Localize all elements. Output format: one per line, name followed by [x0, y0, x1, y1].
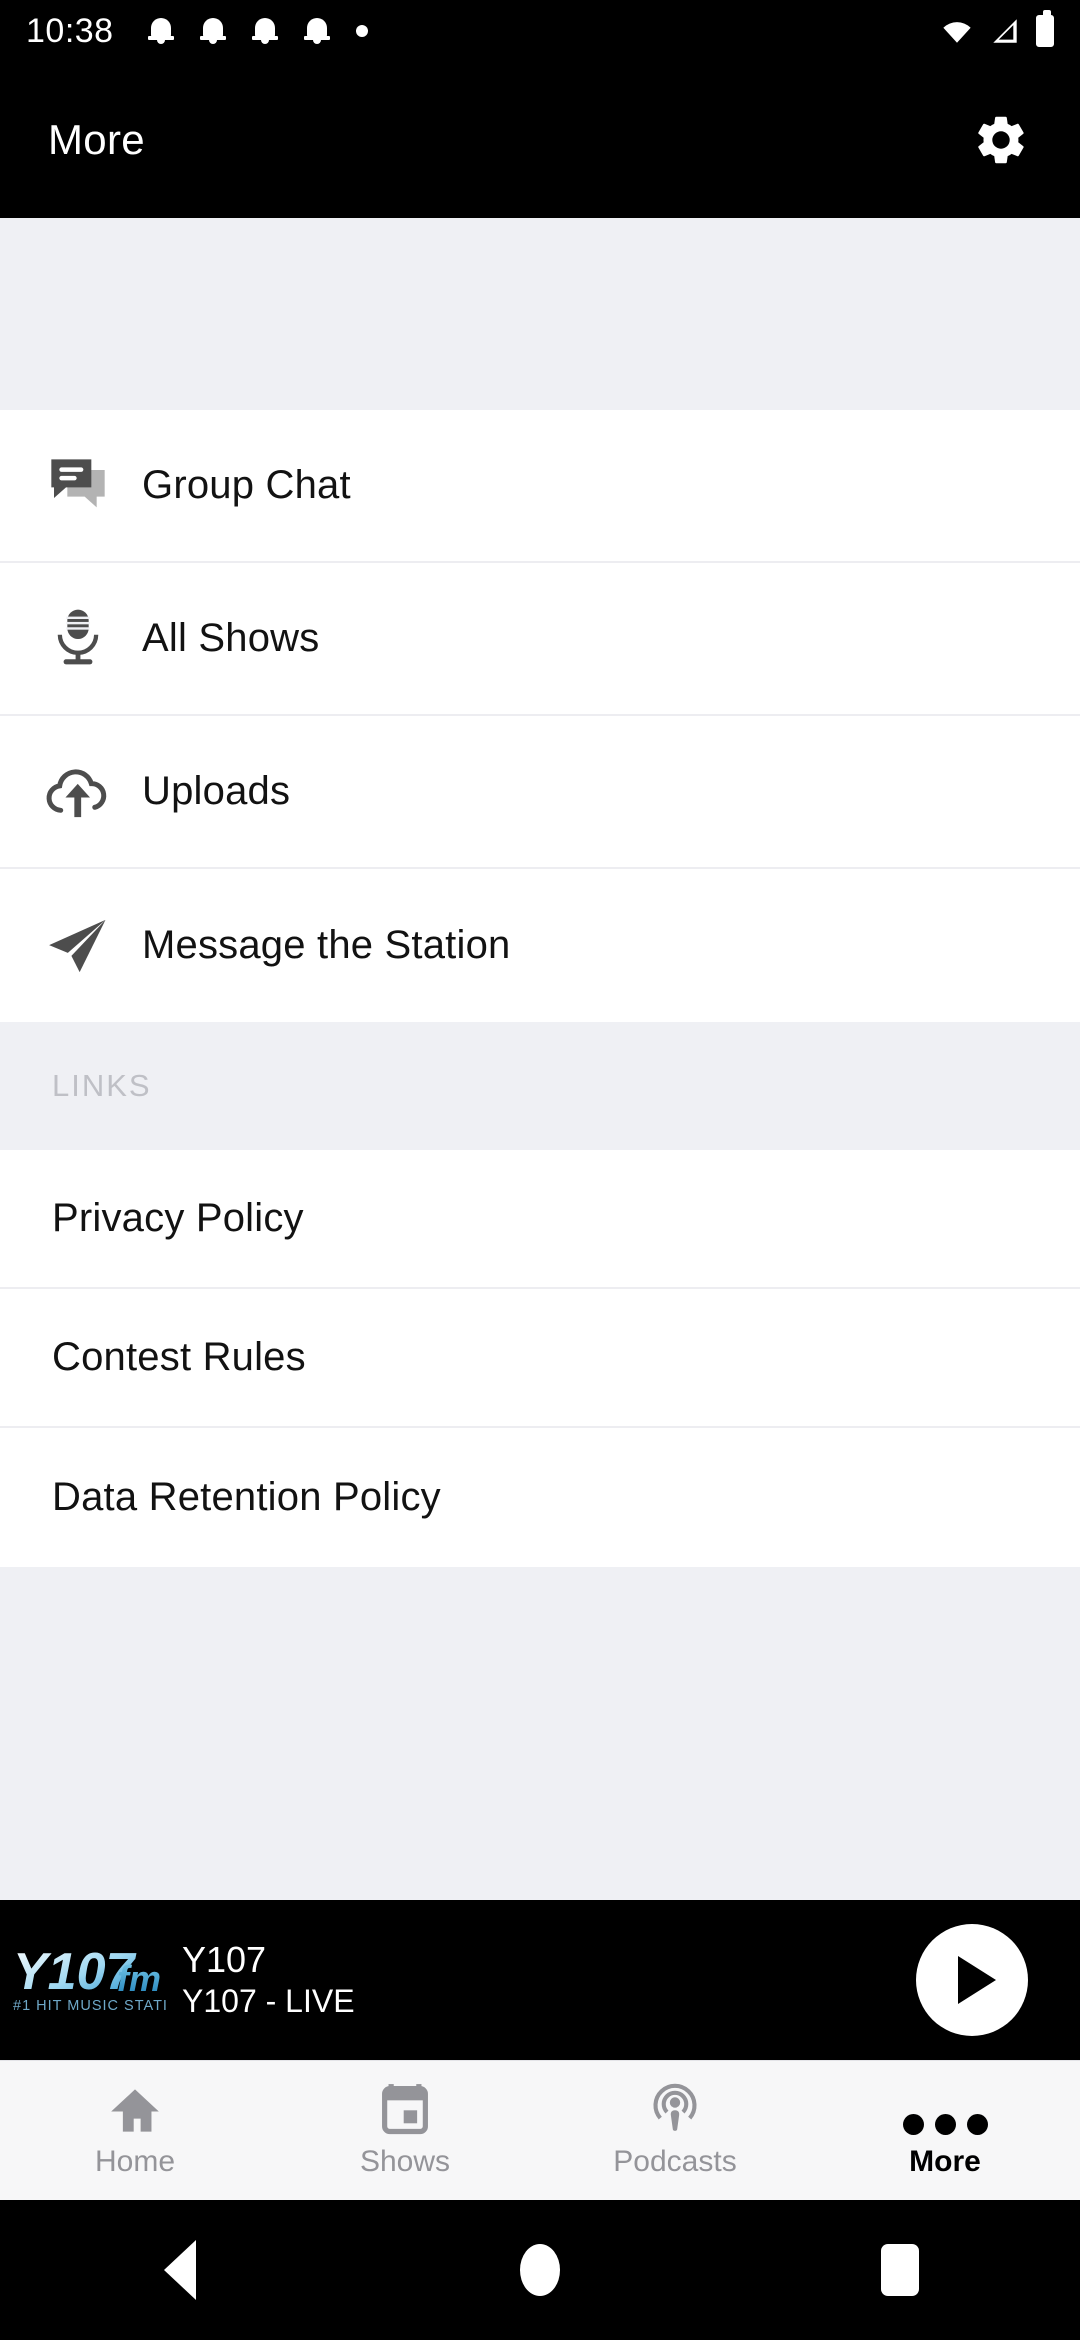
menu-item-label: Uploads — [142, 769, 291, 813]
link-item-label: Privacy Policy — [52, 1196, 304, 1240]
links-section-label: LINKS — [52, 1068, 152, 1103]
menu-item-all-shows[interactable]: All Shows — [0, 563, 1080, 716]
links-list: Privacy Policy Contest Rules Data Retent… — [0, 1150, 1080, 1567]
content-scroll-area[interactable]: Group Chat All Shows Uploads Message the… — [0, 218, 1080, 1900]
play-button[interactable] — [916, 1924, 1028, 2036]
menu-item-message-the-station[interactable]: Message the Station — [0, 869, 1080, 1022]
battery-icon — [1036, 10, 1054, 47]
ellipsis-icon — [902, 2083, 988, 2135]
player-title: Y107 — [182, 1939, 267, 1981]
nav-item-label: Podcasts — [613, 2144, 737, 2178]
top-spacer — [0, 218, 1080, 410]
podcast-icon — [649, 2083, 701, 2135]
link-item-label: Contest Rules — [52, 1335, 306, 1379]
android-back-button[interactable] — [0, 2240, 360, 2300]
gear-icon — [978, 116, 1024, 164]
status-bar-notification-icons — [147, 17, 368, 45]
bell-icon — [199, 17, 226, 45]
links-section-header: LINKS — [0, 1022, 1080, 1150]
triangle-back-icon — [164, 2240, 196, 2300]
menu-item-label: All Shows — [142, 616, 320, 660]
nav-item-label: Home — [94, 2144, 176, 2178]
status-bar: 10:38 — [0, 0, 1080, 62]
android-home-button[interactable] — [360, 2244, 720, 2296]
wifi-icon — [943, 22, 971, 43]
link-item-contest-rules[interactable]: Contest Rules — [0, 1289, 1080, 1428]
nav-item-more[interactable]: More — [810, 2061, 1080, 2200]
mini-player[interactable]: Y107 fm #1 HIT MUSIC STATION • 106.9 Y10… — [0, 1900, 1080, 2060]
player-subtitle: Y107 - LIVE — [182, 1982, 355, 2019]
android-navigation-bar — [0, 2200, 1080, 2340]
cellular-signal-icon — [993, 19, 1017, 43]
status-bar-system-icons — [940, 10, 1054, 47]
bottom-spacer — [0, 1567, 1080, 1817]
menu-item-group-chat[interactable]: Group Chat — [0, 410, 1080, 563]
svg-text:#1 HIT MUSIC STATION • 106.9: #1 HIT MUSIC STATION • 106.9 — [13, 1998, 167, 2014]
square-recents-icon — [881, 2244, 919, 2296]
chat-bubbles-icon — [24, 456, 132, 516]
link-item-privacy-policy[interactable]: Privacy Policy — [0, 1150, 1080, 1289]
android-recents-button[interactable] — [720, 2244, 1080, 2296]
app-screen: 10:38 More Group Chat All Shows Uploads … — [0, 0, 1080, 2340]
nav-item-home[interactable]: Home — [0, 2061, 270, 2200]
player-metadata: Y107 Y107 - LIVE — [182, 1939, 355, 2021]
menu-item-label: Message the Station — [142, 923, 511, 967]
settings-button[interactable] — [970, 109, 1032, 171]
nav-item-shows[interactable]: Shows — [270, 2061, 540, 2200]
play-icon — [957, 1956, 996, 2004]
nav-item-podcasts[interactable]: Podcasts — [540, 2061, 810, 2200]
bell-icon — [147, 17, 174, 45]
nav-item-label: Shows — [359, 2144, 451, 2178]
status-bar-clock: 10:38 — [26, 11, 114, 50]
cloud-upload-icon — [24, 764, 132, 820]
menu-item-label: Group Chat — [142, 463, 351, 507]
svg-text:fm: fm — [117, 1958, 161, 1999]
calendar-icon — [381, 2083, 429, 2135]
bell-icon — [303, 17, 330, 45]
bell-icon — [251, 17, 278, 45]
home-icon — [109, 2083, 161, 2135]
link-item-label: Data Retention Policy — [52, 1475, 441, 1519]
station-logo: Y107 fm #1 HIT MUSIC STATION • 106.9 — [8, 1925, 168, 2035]
menu-item-uploads[interactable]: Uploads — [0, 716, 1080, 869]
page-title: More — [48, 116, 145, 163]
app-bar: More — [0, 62, 1080, 218]
nav-item-label: More — [909, 2144, 981, 2178]
paper-plane-icon — [24, 917, 132, 975]
link-item-data-retention-policy[interactable]: Data Retention Policy — [0, 1428, 1080, 1567]
bottom-navigation: Home Shows Podcasts More — [0, 2060, 1080, 2200]
circle-home-icon — [520, 2244, 560, 2296]
microphone-icon — [24, 607, 132, 671]
menu-list: Group Chat All Shows Uploads Message the… — [0, 410, 1080, 1022]
dot-indicator-icon — [355, 25, 368, 37]
